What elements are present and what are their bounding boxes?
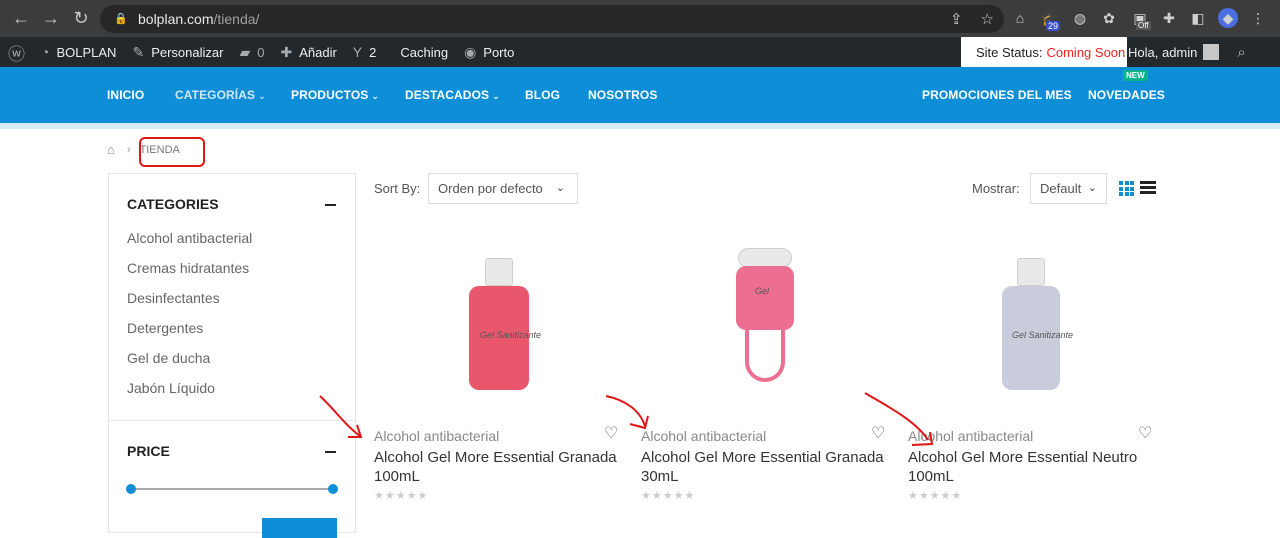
sort-label: Sort By: bbox=[374, 181, 421, 196]
annotation-circle bbox=[139, 137, 205, 167]
product-image[interactable]: Gel bbox=[641, 230, 896, 420]
product-card[interactable]: Gel Alcohol antibacterial ♡ Alcohol Gel … bbox=[641, 230, 896, 520]
product-card[interactable]: Gel Sanitizante Alcohol antibacterial ♡ … bbox=[908, 230, 1163, 520]
category-link[interactable]: Alcohol antibacterial bbox=[127, 230, 252, 246]
chevron-down-icon: ⌄ bbox=[1087, 182, 1097, 194]
list-view-icon[interactable] bbox=[1140, 181, 1156, 196]
product-title[interactable]: Alcohol Gel More Essential Granada 30mL bbox=[641, 448, 896, 486]
price-slider-max-handle[interactable] bbox=[328, 484, 338, 494]
rating-stars: ★★★★★ bbox=[908, 490, 963, 502]
globe-icon[interactable]: ◍ bbox=[1070, 8, 1090, 28]
heart-icon[interactable]: ♡ bbox=[604, 423, 618, 443]
comment-icon: ▰ bbox=[239, 43, 251, 60]
nav-promociones[interactable]: PROMOCIONES DEL MES bbox=[922, 88, 1072, 102]
chevron-down-icon: ⌄ bbox=[371, 91, 380, 101]
price-slider-track[interactable] bbox=[131, 488, 333, 490]
wp-theme-link[interactable]: ◉ Porto bbox=[456, 37, 522, 67]
wp-comments-link[interactable]: ▰ 0 bbox=[231, 37, 272, 67]
bottle-body bbox=[736, 266, 794, 330]
sidebar-icon[interactable]: ◧ bbox=[1188, 8, 1208, 28]
collapse-price-icon[interactable] bbox=[325, 451, 336, 453]
wp-yoast-link[interactable]: Y2 bbox=[345, 37, 385, 67]
home-icon[interactable]: ⌂ bbox=[107, 142, 115, 157]
rating-stars: ★★★★★ bbox=[374, 490, 429, 502]
chevron-down-icon: ⌄ bbox=[555, 182, 565, 194]
chevron-down-icon: ⌄ bbox=[258, 91, 266, 101]
category-link[interactable]: Cremas hidratantes bbox=[127, 260, 249, 276]
nav-nosotros[interactable]: NOSOTROS bbox=[588, 88, 657, 102]
new-badge: NEW bbox=[1123, 70, 1148, 81]
wp-caching-link[interactable]: Caching bbox=[392, 37, 456, 67]
nav-inicio[interactable]: INICIO bbox=[107, 88, 144, 102]
wp-customize-link[interactable]: ✎ Personalizar bbox=[124, 37, 231, 67]
brush-icon: ✎ bbox=[132, 43, 145, 60]
wp-site-link[interactable]: ◔ BOLPLAN bbox=[33, 37, 124, 67]
extension-badge: 29 bbox=[1046, 21, 1061, 31]
product-image[interactable]: Gel Sanitizante bbox=[908, 230, 1163, 420]
price-heading: PRICE bbox=[127, 443, 170, 459]
heart-icon[interactable]: ♡ bbox=[871, 423, 885, 443]
nav-destacados[interactable]: DESTACADOS ⌄ bbox=[405, 88, 500, 102]
chevron-right-icon: › bbox=[126, 143, 131, 156]
extension-icon[interactable]: ⌂ bbox=[1010, 8, 1030, 28]
product-title[interactable]: Alcohol Gel More Essential Granada 100mL bbox=[374, 448, 629, 486]
menu-kebab-icon[interactable]: ⋮ bbox=[1248, 8, 1268, 28]
puzzle-icon[interactable]: ✚ bbox=[1159, 8, 1179, 28]
category-link[interactable]: Jabón Líquido bbox=[127, 380, 215, 396]
lock-icon: 🔒 bbox=[114, 13, 128, 25]
category-link[interactable]: Desinfectantes bbox=[127, 290, 220, 306]
chevron-down-icon: ⌄ bbox=[492, 91, 500, 101]
show-label: Mostrar: bbox=[972, 181, 1020, 196]
product-category[interactable]: Alcohol antibacterial bbox=[908, 428, 1033, 444]
bookmark-star-icon[interactable]: ☆ bbox=[981, 10, 994, 28]
sort-select[interactable]: Orden por defecto ⌄ bbox=[428, 173, 578, 204]
grid-view-icon[interactable] bbox=[1119, 181, 1134, 196]
wp-logo-icon[interactable]: ⓦ bbox=[0, 37, 33, 67]
plus-icon: ✚ bbox=[280, 43, 293, 60]
reload-icon[interactable]: ↻ bbox=[66, 0, 96, 37]
collapse-categories-icon[interactable] bbox=[325, 204, 336, 206]
nav-blog[interactable]: BLOG bbox=[525, 88, 560, 102]
product-card[interactable]: Gel Sanitizante Alcohol antibacterial ♡ … bbox=[374, 230, 629, 520]
rating-stars: ★★★★★ bbox=[641, 490, 696, 502]
color-wheel-icon[interactable]: ✿ bbox=[1099, 8, 1119, 28]
url-path: /tienda/ bbox=[213, 11, 260, 27]
back-icon[interactable]: ← bbox=[6, 0, 36, 37]
sidebar-divider bbox=[109, 420, 355, 421]
avatar bbox=[1203, 44, 1220, 60]
product-category[interactable]: Alcohol antibacterial bbox=[374, 428, 499, 444]
site-status[interactable]: Site Status: Coming Soon bbox=[961, 37, 1127, 67]
address-bar[interactable]: 🔒 bolplan.com/tienda/ ⇪ ☆ bbox=[100, 5, 1004, 33]
profile-avatar-icon[interactable]: ◆ bbox=[1218, 8, 1238, 28]
show-select[interactable]: Default ⌄ bbox=[1030, 173, 1107, 204]
url-host: bolplan.com bbox=[138, 11, 214, 27]
filter-button[interactable] bbox=[262, 518, 337, 538]
yoast-icon: Y bbox=[352, 44, 363, 60]
wp-account[interactable]: Hola, admin ⌕ bbox=[1128, 37, 1246, 67]
bottle-strap bbox=[745, 330, 785, 382]
extension-off-badge: Off bbox=[1136, 21, 1151, 30]
product-category[interactable]: Alcohol antibacterial bbox=[641, 428, 766, 444]
search-icon[interactable]: ⌕ bbox=[1237, 44, 1245, 61]
share-icon[interactable]: ⇪ bbox=[950, 10, 963, 28]
sidebar-filters: CATEGORIES Alcohol antibacterial Cremas … bbox=[108, 173, 356, 538]
category-link[interactable]: Gel de ducha bbox=[127, 350, 210, 366]
forward-icon[interactable]: → bbox=[36, 0, 66, 37]
nav-novedades[interactable]: NOVEDADES bbox=[1088, 88, 1165, 102]
product-image[interactable]: Gel Sanitizante bbox=[374, 230, 629, 420]
heart-icon[interactable]: ♡ bbox=[1138, 423, 1152, 443]
price-slider-min-handle[interactable] bbox=[126, 484, 136, 494]
wp-add-new-link[interactable]: ✚ Añadir bbox=[272, 37, 344, 67]
banner-strip bbox=[0, 123, 1280, 129]
categories-heading: CATEGORIES bbox=[127, 196, 219, 212]
category-link[interactable]: Detergentes bbox=[127, 320, 203, 336]
nav-productos[interactable]: PRODUCTOS ⌄ bbox=[291, 88, 379, 102]
theme-icon: ◉ bbox=[464, 43, 477, 60]
dashboard-icon: ◔ bbox=[41, 44, 50, 60]
product-title[interactable]: Alcohol Gel More Essential Neutro 100mL bbox=[908, 448, 1163, 486]
nav-categorias[interactable]: CATEGORÍAS ⌄ bbox=[175, 88, 266, 102]
